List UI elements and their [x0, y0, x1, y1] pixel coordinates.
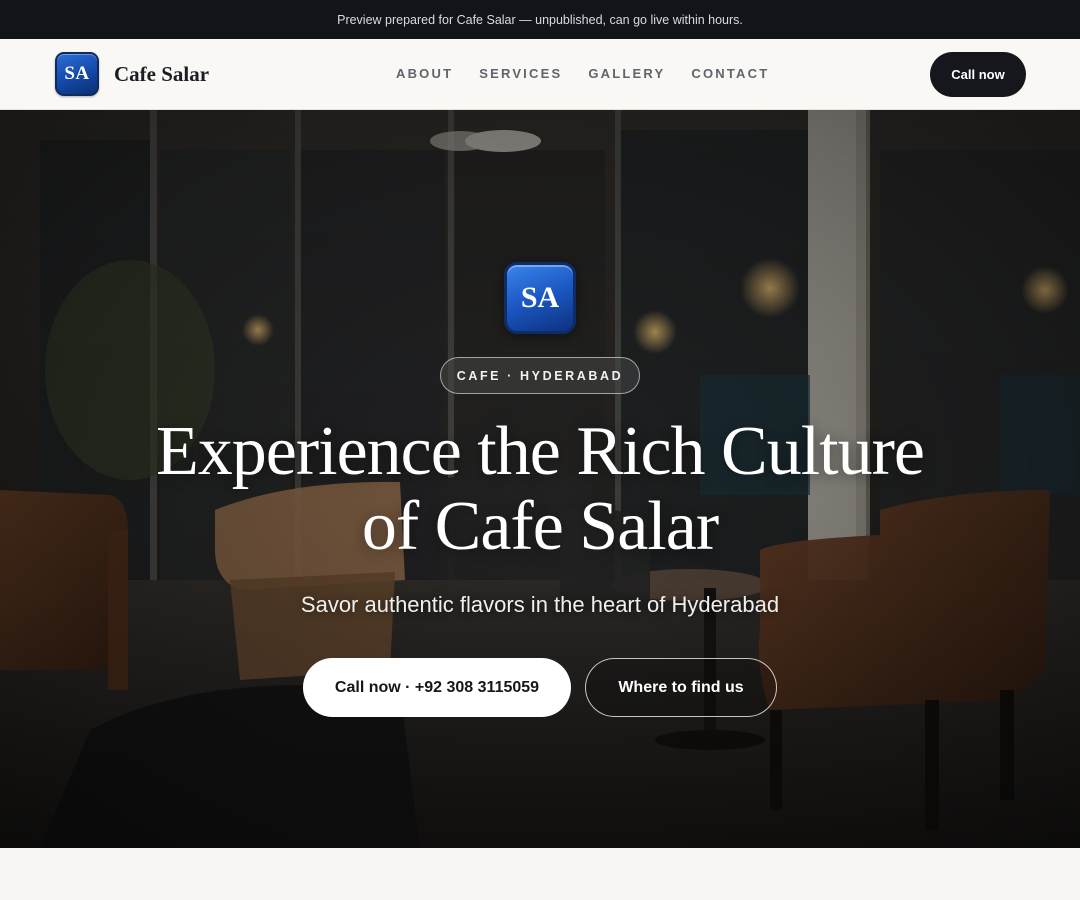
hero-logo-icon: SA	[504, 262, 576, 334]
hero-find-us-button[interactable]: Where to find us	[585, 658, 777, 717]
hero-subtitle: Savor authentic flavors in the heart of …	[300, 592, 780, 617]
nav-links: ABOUT SERVICES GALLERY CONTACT	[396, 66, 769, 81]
nav-link-gallery[interactable]: GALLERY	[588, 66, 665, 81]
hero-location-tag: CAFE · HYDERABAD	[440, 357, 640, 394]
top-navigation: SA Cafe Salar ABOUT SERVICES GALLERY CON…	[0, 39, 1080, 110]
brand-name: Cafe Salar	[114, 61, 210, 86]
hero-title-line-2: of Cafe Salar	[361, 488, 719, 565]
nav-link-contact[interactable]: CONTACT	[691, 66, 769, 81]
preview-banner-text: Preview prepared for Cafe Salar — unpubl…	[337, 12, 743, 27]
brand-home-link[interactable]: SA Cafe Salar	[55, 52, 209, 96]
hero-title-line-1: Experience the Rich Culture	[156, 413, 925, 490]
hero-call-button[interactable]: Call now · +92 308 3115059	[303, 658, 571, 717]
hero-section: SA CAFE · HYDERABAD Experience the Rich …	[0, 110, 1080, 848]
hero-title: Experience the Rich Culture of Cafe Sala…	[90, 414, 990, 564]
call-now-button[interactable]: Call now	[930, 52, 1026, 97]
nav-link-services[interactable]: SERVICES	[479, 66, 562, 81]
below-fold-section	[0, 848, 1080, 900]
brand-logo-icon: SA	[55, 52, 99, 96]
preview-banner: Preview prepared for Cafe Salar — unpubl…	[0, 0, 1080, 39]
nav-link-about[interactable]: ABOUT	[396, 66, 453, 81]
